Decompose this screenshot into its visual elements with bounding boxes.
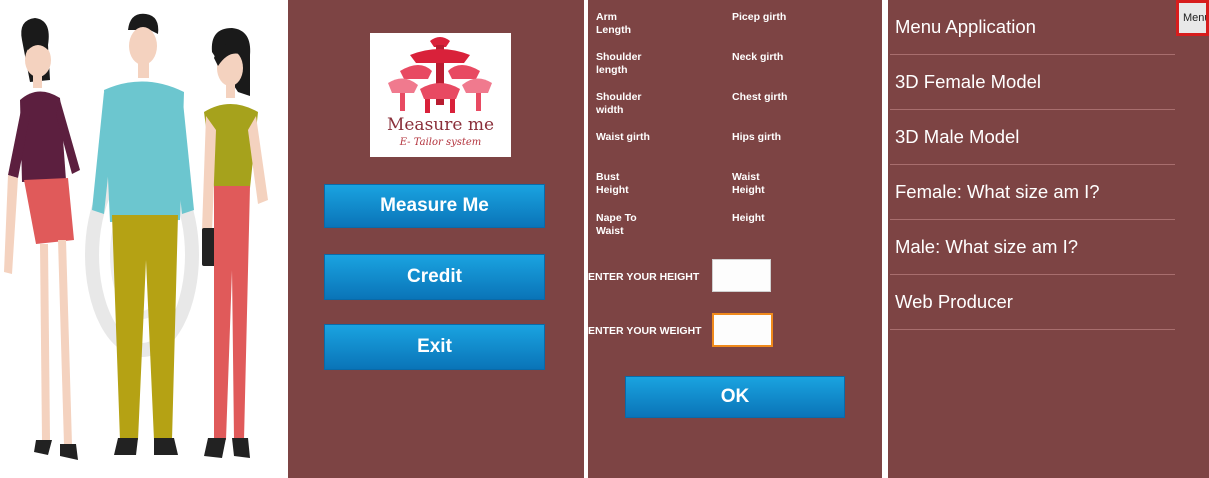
measurement-label: Picep girth: [732, 11, 787, 23]
measurement-label: Waist Height: [732, 171, 765, 196]
male-figure: [92, 13, 194, 455]
ok-button[interactable]: OK: [625, 376, 845, 418]
weight-input[interactable]: [712, 313, 773, 347]
measurement-label: Shoulder width: [596, 91, 642, 116]
measurement-label: Shoulder length: [596, 51, 642, 76]
menu-item[interactable]: Female: What size am I?: [890, 165, 1175, 220]
logo-subtitle: E- Tailor system: [399, 137, 482, 148]
exit-button[interactable]: Exit: [324, 324, 545, 370]
credit-button[interactable]: Credit: [324, 254, 545, 300]
illustration-panel: [0, 0, 280, 478]
measurement-form-panel: Arm Length Picep girth Shoulder length Neck…: [588, 0, 882, 478]
measurement-label: Height: [732, 212, 765, 224]
menu-item[interactable]: Web Producer: [890, 275, 1175, 330]
logo-emblem-icon: [388, 37, 492, 113]
measurement-label: Hips girth: [732, 131, 781, 143]
height-label: ENTER YOUR HEIGHT: [588, 271, 700, 283]
app-logo: Measure me E- Tailor system: [370, 33, 511, 157]
weight-label: ENTER YOUR WEIGHT: [588, 325, 702, 337]
measurement-label: Chest girth: [732, 91, 788, 103]
main-menu-panel: Measure me E- Tailor system Measure Me C…: [288, 0, 584, 478]
side-menu-panel: Menu Application 3D Female Model 3D Male M…: [888, 0, 1209, 478]
menu-button[interactable]: Menu: [1176, 0, 1209, 36]
menu-item[interactable]: 3D Male Model: [890, 110, 1175, 165]
female-figure-right: [202, 28, 268, 458]
measure-me-button[interactable]: Measure Me: [324, 184, 545, 228]
people-illustration: [4, 13, 268, 460]
height-input[interactable]: [712, 259, 771, 292]
measurement-label: Arm Length: [596, 11, 631, 36]
measurement-label: Waist girth: [596, 131, 650, 143]
menu-item[interactable]: 3D Female Model: [890, 55, 1175, 110]
measurement-label: Neck girth: [732, 51, 784, 63]
logo-title: Measure me: [386, 115, 495, 135]
measurement-label: Bust Height: [596, 171, 629, 196]
menu-item[interactable]: Male: What size am I?: [890, 220, 1175, 275]
female-figure-left: [4, 18, 80, 460]
measurement-label: Nape To Waist: [596, 212, 637, 237]
menu-item[interactable]: Menu Application: [890, 0, 1175, 55]
